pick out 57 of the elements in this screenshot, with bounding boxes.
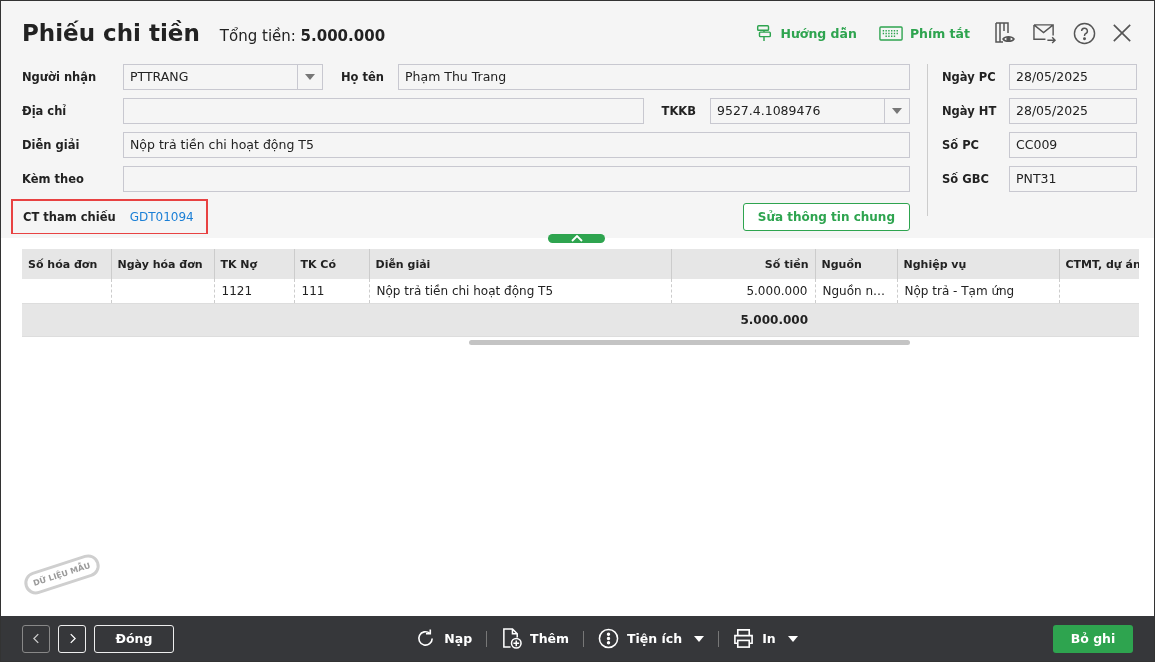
column-header: Số hóa đơn: [22, 249, 111, 279]
chevron-right-icon: [68, 633, 76, 644]
field-label: Số PC: [942, 138, 981, 152]
field-label: Địa chỉ: [22, 104, 68, 118]
next-button[interactable]: [58, 624, 86, 653]
table-cell: 5.000.000: [671, 279, 815, 304]
reference-link[interactable]: GDT01094: [129, 210, 194, 224]
field-label: Người nhận: [22, 70, 98, 84]
mail-forward-icon[interactable]: [1032, 21, 1057, 45]
input-field[interactable]: Nộp trả tiền chi hoạt động T5: [123, 132, 910, 158]
column-header: TK Nợ: [214, 249, 294, 279]
document-eye-icon[interactable]: [992, 21, 1016, 45]
previous-button[interactable]: [22, 624, 50, 653]
toolbar-button[interactable]: Nạp: [415, 628, 473, 649]
close-icon[interactable]: [1112, 23, 1132, 43]
total-amount: Tổng tiền: 5.000.000: [219, 27, 386, 45]
table-cell: Nguồn n…: [815, 279, 897, 304]
toolbar-button[interactable]: Thêm: [501, 627, 570, 650]
print-icon: [733, 628, 755, 649]
toolbar-button[interactable]: In: [733, 628, 798, 649]
field-label: Diễn giải: [22, 138, 81, 152]
combo-box[interactable]: PTTRANG: [123, 64, 323, 90]
column-header: CTMT, dự án: [1059, 249, 1139, 279]
field-label: TKKB: [661, 104, 696, 118]
table-cell: 111: [294, 279, 369, 304]
help-icon[interactable]: [1073, 21, 1096, 45]
document-add-icon: [501, 627, 523, 650]
field-label: Số GBC: [942, 172, 990, 186]
combo-box[interactable]: 9527.4.1089476: [710, 98, 910, 124]
chevron-left-icon: [32, 633, 40, 644]
collapse-button[interactable]: [548, 234, 605, 243]
input-field[interactable]: PNT31: [1009, 166, 1137, 192]
window-title: Phiếu chi tiền: [22, 20, 200, 46]
signpost-icon: [755, 24, 774, 42]
table-cell: Nộp trả tiền chi hoạt động T5: [369, 279, 671, 304]
toolbar-button[interactable]: Tiện ích: [598, 628, 705, 649]
more-icon: [598, 628, 620, 649]
input-field[interactable]: Phạm Thu Trang: [398, 64, 910, 90]
field-label: Ngày PC: [942, 70, 997, 84]
input-field[interactable]: 28/05/2025: [1009, 64, 1137, 90]
column-header: TK Có: [294, 249, 369, 279]
input-field[interactable]: CC009: [1009, 132, 1137, 158]
column-header: Nghiệp vụ: [897, 249, 1059, 279]
close-button[interactable]: Đóng: [94, 624, 174, 653]
column-header: Ngày hóa đơn: [111, 249, 214, 279]
input-field[interactable]: 28/05/2025: [1009, 98, 1137, 124]
table-cell: 1121: [214, 279, 294, 304]
field-label: Họ tên: [341, 70, 384, 84]
field-label: CT tham chiếu: [23, 210, 116, 224]
total-cell: 5.000.000: [671, 303, 815, 337]
column-header: Số tiền: [671, 249, 815, 279]
column-header: Diễn giải: [369, 249, 671, 279]
column-header: Nguồn: [815, 249, 897, 279]
keyboard-icon: [878, 25, 903, 41]
field-label: Ngày HT: [942, 104, 998, 118]
field-label: Kèm theo: [22, 172, 85, 186]
table-cell: Nộp trả - Tạm ứng: [897, 279, 1059, 304]
